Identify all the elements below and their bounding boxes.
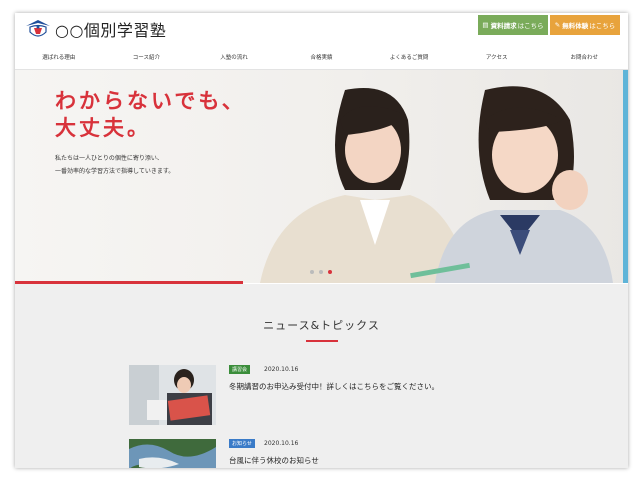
hero-copy: わからないでも、 大丈夫。 私たちは一人ひとりの個性に寄り添い、 一番効率的な学… bbox=[55, 88, 246, 178]
document-icon: ▤ bbox=[482, 21, 489, 29]
news-link[interactable]: 台風に伴う休校のお知らせ bbox=[229, 455, 319, 466]
nav-item-courses[interactable]: コース紹介 bbox=[103, 47, 191, 69]
news-heading: ニュース&トピックス bbox=[263, 319, 380, 332]
hero-banner: わからないでも、 大丈夫。 私たちは一人ひとりの個性に寄り添い、 一番効率的な学… bbox=[15, 70, 628, 283]
site-name: ○○個別学習塾 bbox=[55, 21, 167, 40]
news-item[interactable]: お知らせ 2020.10.16 台風に伴う休校のお知らせ bbox=[129, 439, 529, 468]
free-trial-button[interactable]: ✎ 無料体験 はこちら bbox=[550, 15, 620, 35]
hero-subtitle: 私たちは一人ひとりの個性に寄り添い、 一番効率的な学習方法で指導していきます。 bbox=[55, 152, 246, 178]
news-date: 2020.10.16 bbox=[264, 366, 299, 373]
slider-dots bbox=[310, 270, 332, 274]
slider-dot-active[interactable] bbox=[328, 270, 332, 274]
site-header: ○○個別学習塾 ▤ 資料請求 はこちら ✎ 無料体験 はこちら bbox=[15, 13, 628, 47]
slider-dot[interactable] bbox=[319, 270, 323, 274]
free-trial-strong: 無料体験 bbox=[562, 22, 589, 30]
nav-item-reasons[interactable]: 選ばれる理由 bbox=[15, 47, 103, 69]
news-thumbnail[interactable] bbox=[129, 439, 216, 468]
nav-item-contact[interactable]: お問合わせ bbox=[540, 47, 628, 69]
logo[interactable]: ○○個別学習塾 bbox=[25, 17, 166, 41]
nav-item-results[interactable]: 合格実績 bbox=[278, 47, 366, 69]
news-thumbnail-image bbox=[129, 365, 216, 425]
news-link[interactable]: 冬期講習のお申込み受付中！詳しくはこちらをご覧ください。 bbox=[229, 381, 439, 392]
hero-subtitle-line1: 私たちは一人ひとりの個性に寄り添い、 bbox=[55, 155, 163, 162]
news-thumbnail-image bbox=[129, 439, 216, 468]
news-heading-underline bbox=[306, 340, 338, 342]
news-thumbnail[interactable] bbox=[129, 365, 216, 425]
hero-title-line2: 大丈夫。 bbox=[55, 116, 151, 140]
slider-dot[interactable] bbox=[310, 270, 314, 274]
nav-item-faq[interactable]: よくあるご質問 bbox=[365, 47, 453, 69]
browser-page: ○○個別学習塾 ▤ 資料請求 はこちら ✎ 無料体験 はこちら 選ばれる理由 コ… bbox=[15, 13, 628, 468]
news-date: 2020.10.16 bbox=[264, 440, 299, 447]
free-trial-label: はこちら bbox=[589, 22, 616, 30]
main-nav: 選ばれる理由 コース紹介 入塾の流れ 合格実績 よくあるご質問 アクセス お問合… bbox=[15, 47, 628, 70]
school-crest-icon bbox=[26, 20, 50, 37]
nav-item-access[interactable]: アクセス bbox=[453, 47, 541, 69]
request-materials-button[interactable]: ▤ 資料請求 はこちら bbox=[478, 15, 548, 35]
request-materials-strong: 資料請求 bbox=[490, 22, 517, 30]
hero-title-line1: わからないでも、 bbox=[55, 89, 246, 113]
request-materials-label: はこちら bbox=[517, 22, 544, 30]
pencil-icon: ✎ bbox=[554, 21, 561, 29]
hero-subtitle-line2: 一番効率的な学習方法で指導していきます。 bbox=[55, 168, 175, 175]
news-category-badge: 講習会 bbox=[229, 365, 251, 374]
news-section: ニュース&トピックス 講習会 2020.10.16 冬期講習のお申込み受付中！詳… bbox=[15, 284, 628, 468]
news-item[interactable]: 講習会 2020.10.16 冬期講習のお申込み受付中！詳しくはこちらをご覧くだ… bbox=[129, 365, 529, 425]
news-category-badge: お知らせ bbox=[229, 439, 255, 448]
nav-item-enrollment-flow[interactable]: 入塾の流れ bbox=[190, 47, 278, 69]
hero-edge-image bbox=[623, 70, 628, 283]
